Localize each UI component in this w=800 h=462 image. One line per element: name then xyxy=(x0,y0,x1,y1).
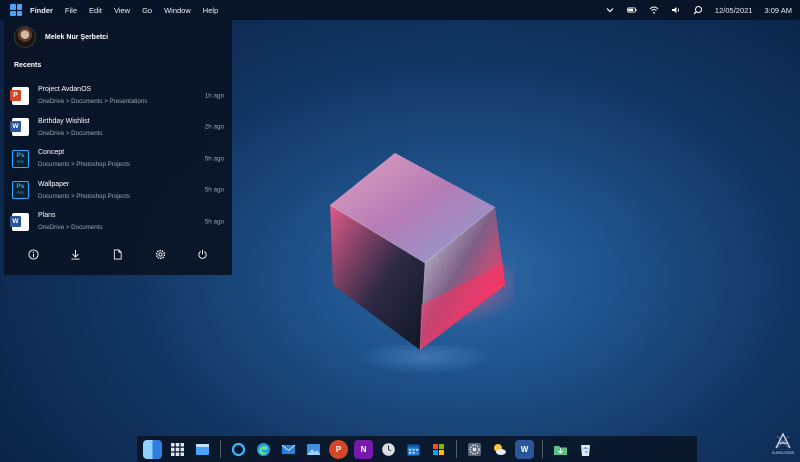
powerpoint-icon[interactable]: P xyxy=(329,439,348,459)
app-grid-icon[interactable] xyxy=(168,440,187,459)
menu-view[interactable]: View xyxy=(114,6,130,15)
file-time: 5h ago xyxy=(204,155,224,163)
photoshop-icon: Ps PSD xyxy=(12,181,29,200)
recycle-bin-icon[interactable] xyxy=(576,440,595,459)
file-path: Documents > Photoshop Projects xyxy=(38,192,131,200)
avatar[interactable] xyxy=(14,26,36,48)
list-item[interactable]: Plans OneDrive > Documents 5h ago xyxy=(10,206,228,238)
store-icon[interactable] xyxy=(429,440,448,459)
ps-label: Ps xyxy=(16,151,25,159)
downloads-icon[interactable] xyxy=(551,440,570,459)
user-profile[interactable]: Melek Nur Şerbetci xyxy=(14,26,108,48)
file-name: Project AvdanOS xyxy=(38,86,92,94)
menu-help[interactable]: Help xyxy=(203,6,218,15)
file-time: 1h ago xyxy=(204,92,224,100)
file-time: 5h ago xyxy=(204,186,224,194)
window-icon[interactable] xyxy=(193,440,212,459)
file-path: OneDrive > Documents xyxy=(38,224,103,232)
word-icon xyxy=(10,212,29,231)
menu-file[interactable]: File xyxy=(65,6,77,15)
volume-icon[interactable] xyxy=(671,5,681,15)
ps-label: Ps xyxy=(16,183,25,191)
status-area: 12/05/2021 3:09 AM xyxy=(605,5,792,15)
recents-heading: Recents xyxy=(14,62,42,69)
file-path: OneDrive > Documents xyxy=(38,129,103,137)
settings-icon[interactable] xyxy=(152,246,168,262)
power-icon[interactable] xyxy=(195,246,211,262)
info-icon[interactable] xyxy=(25,246,41,262)
wifi-icon[interactable] xyxy=(649,5,659,15)
avdan-logo-icon xyxy=(775,432,791,449)
user-name: Melek Nur Şerbetci xyxy=(45,33,109,41)
clock-icon[interactable] xyxy=(379,440,398,459)
edge-icon[interactable] xyxy=(254,440,273,459)
dock-separator xyxy=(220,440,221,458)
psd-label: PSD xyxy=(16,191,25,196)
recents-list: Project AvdanOS OneDrive > Documents > P… xyxy=(10,80,228,238)
date-label[interactable]: 12/05/2021 xyxy=(715,6,753,15)
time-label[interactable]: 3:09 AM xyxy=(764,6,792,15)
watermark-text: SUBSCRIBE xyxy=(771,450,795,455)
search-icon[interactable] xyxy=(693,5,703,15)
file-name: Wallpaper xyxy=(38,180,70,188)
psd-label: PSD xyxy=(16,159,25,164)
cortana-icon[interactable] xyxy=(229,440,248,459)
document-icon[interactable] xyxy=(110,246,126,262)
dock: P N W xyxy=(137,436,697,462)
file-path: Documents > Photoshop Projects xyxy=(38,161,131,169)
wallpaper-cube xyxy=(325,145,525,365)
file-name: Birthday Wishlist xyxy=(38,117,90,125)
list-item[interactable]: Ps PSD Concept Documents > Photoshop Proj… xyxy=(10,143,228,175)
file-name: Plans xyxy=(38,212,56,220)
windows-logo-icon[interactable] xyxy=(10,4,22,16)
download-icon[interactable] xyxy=(68,246,84,262)
file-time: 5h ago xyxy=(204,218,224,226)
battery-icon[interactable] xyxy=(626,5,637,15)
menu-edit[interactable]: Edit xyxy=(89,6,102,15)
photoshop-icon: Ps PSD xyxy=(12,149,29,168)
finder-icon[interactable] xyxy=(143,439,162,459)
file-path: OneDrive > Documents > Presentations xyxy=(38,98,148,106)
weather-icon[interactable] xyxy=(490,440,509,459)
menu-bar: Finder File Edit View Go Window Help 12/… xyxy=(0,0,800,20)
list-item[interactable]: Birthday Wishlist OneDrive > Documents 2… xyxy=(10,112,228,144)
start-panel: Melek Nur Şerbetci Recents Project Avdan… xyxy=(4,18,232,275)
mail-icon[interactable] xyxy=(279,440,298,459)
dock-separator xyxy=(542,440,543,458)
list-item[interactable]: Project AvdanOS OneDrive > Documents > P… xyxy=(10,80,228,112)
chevron-down-icon[interactable] xyxy=(605,5,615,15)
calendar-icon[interactable] xyxy=(404,440,423,459)
file-name: Concept xyxy=(38,149,65,157)
photos-icon[interactable] xyxy=(304,440,323,459)
dock-separator xyxy=(456,440,457,458)
word-icon[interactable]: W xyxy=(515,439,534,459)
menu-finder[interactable]: Finder xyxy=(30,6,53,15)
subscribe-watermark[interactable]: SUBSCRIBE xyxy=(770,432,796,460)
word-icon xyxy=(10,118,29,137)
onenote-icon[interactable]: N xyxy=(354,439,373,459)
menu-go[interactable]: Go xyxy=(142,6,152,15)
file-time: 2h ago xyxy=(204,123,224,131)
menu-window[interactable]: Window xyxy=(164,6,191,15)
panel-actions xyxy=(4,246,232,262)
powerpoint-icon xyxy=(10,86,29,105)
settings-icon[interactable] xyxy=(465,440,484,459)
list-item[interactable]: Ps PSD Wallpaper Documents > Photoshop Pr… xyxy=(10,175,228,207)
